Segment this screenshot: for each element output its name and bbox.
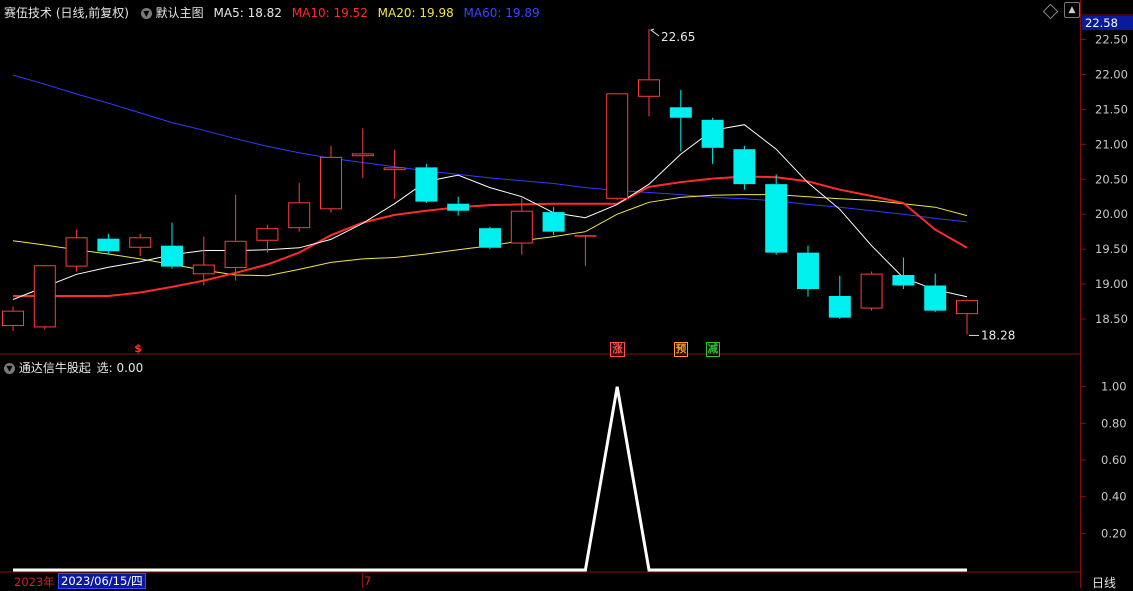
candle xyxy=(479,226,501,250)
candle xyxy=(638,28,660,117)
candle-body xyxy=(638,79,660,97)
signal-tag: $ xyxy=(134,342,142,355)
period-button[interactable]: 日线 xyxy=(1092,574,1116,591)
candle xyxy=(288,182,311,232)
kline-chart[interactable]: 22.65 18.28 22.50 22.00 21.50 21.00 20.50 20.0… xyxy=(0,0,1133,588)
candle-body xyxy=(956,300,978,315)
candle xyxy=(351,128,374,178)
candle-body xyxy=(797,252,819,289)
candle-body xyxy=(828,295,851,318)
signal-line xyxy=(13,386,967,572)
candle-body xyxy=(669,107,692,118)
candle xyxy=(383,149,406,199)
high-arrow xyxy=(649,28,660,37)
candle xyxy=(97,233,120,255)
signal-chart xyxy=(13,386,967,572)
price-tick-label: 18.50 xyxy=(1095,312,1128,326)
candle xyxy=(733,145,756,190)
price-tick-label: 19.50 xyxy=(1095,242,1128,256)
candle xyxy=(256,224,279,253)
price-tick-label: 19.00 xyxy=(1095,277,1128,291)
candle-body xyxy=(256,228,279,241)
cursor-date-label: 2023/06/15/四 xyxy=(58,573,146,589)
candle xyxy=(415,163,438,204)
low-price-label: 18.28 xyxy=(981,328,1015,342)
candle xyxy=(956,299,978,335)
month-label: 7 xyxy=(364,574,372,588)
candle-body xyxy=(479,228,501,248)
signal-axis-ticks: 1.00 0.80 0.60 0.40 0.20 xyxy=(1081,380,1127,540)
price-axis-ticks: 22.50 22.00 21.50 21.00 20.50 20.00 19.50 19.00… xyxy=(1081,32,1128,326)
candle-body xyxy=(161,245,183,267)
candle-body xyxy=(447,203,470,211)
candle xyxy=(542,207,565,236)
candle xyxy=(2,306,24,331)
price-tick-label: 21.00 xyxy=(1095,137,1128,151)
signal-tick-label: 0.20 xyxy=(1101,526,1127,540)
price-tick-label: 20.00 xyxy=(1095,207,1128,221)
high-price-label: 22.65 xyxy=(661,30,695,44)
bottom-date-bar: 2023年 2023/06/15/四 7 xyxy=(0,573,1080,589)
current-price-label: 22.58 xyxy=(1082,16,1133,30)
candle xyxy=(701,117,724,164)
candle-body xyxy=(129,237,152,248)
candle xyxy=(606,93,629,201)
candle xyxy=(669,89,692,152)
price-tick-label: 21.50 xyxy=(1095,102,1128,116)
candle-body xyxy=(320,156,342,210)
candle-body xyxy=(860,273,883,309)
candle xyxy=(129,233,152,257)
candle-body xyxy=(574,235,597,237)
candle-body xyxy=(288,202,311,229)
candle-body xyxy=(765,184,788,253)
candle xyxy=(797,245,819,297)
candle xyxy=(224,194,247,281)
candle xyxy=(924,273,947,313)
candle-body xyxy=(224,240,247,269)
candle-body xyxy=(2,310,24,327)
candle xyxy=(828,275,851,320)
price-tick-label: 22.50 xyxy=(1095,32,1128,46)
moving-averages xyxy=(12,74,968,300)
candle xyxy=(574,235,597,266)
price-tick-label: 22.00 xyxy=(1095,67,1128,81)
candle-body xyxy=(192,264,215,275)
candle-body xyxy=(351,153,374,157)
ma60-line xyxy=(12,74,968,223)
candle xyxy=(447,196,470,216)
candle-body xyxy=(892,275,915,286)
candle-body xyxy=(701,119,724,148)
signal-tag: 预 xyxy=(673,342,689,357)
candle-body xyxy=(924,285,947,311)
candle-body xyxy=(415,167,438,202)
signal-tag: 减 xyxy=(705,342,721,357)
signal-tick-label: 1.00 xyxy=(1101,380,1127,394)
signal-tick-label: 0.60 xyxy=(1101,453,1127,467)
candle-body xyxy=(542,212,565,232)
candle-body xyxy=(733,149,756,185)
candle xyxy=(765,174,788,255)
candle xyxy=(320,145,342,213)
candle-body xyxy=(97,238,120,252)
candle-body xyxy=(65,237,88,267)
candle xyxy=(161,222,183,269)
price-tick-label: 20.50 xyxy=(1095,172,1128,186)
candle-body xyxy=(383,167,406,171)
candle-body xyxy=(606,93,629,199)
candles xyxy=(2,28,978,335)
candle xyxy=(33,265,56,330)
ma5-line xyxy=(12,124,968,300)
candle xyxy=(860,271,883,311)
signal-tick-label: 0.80 xyxy=(1101,416,1127,430)
signal-tag: 涨 xyxy=(610,342,625,357)
candle-body xyxy=(33,265,56,328)
candle xyxy=(65,229,88,272)
candle xyxy=(510,198,533,255)
month-mark-divider xyxy=(362,573,363,588)
candle xyxy=(892,257,915,289)
signal-tick-label: 0.40 xyxy=(1101,490,1127,504)
candle-body xyxy=(510,210,533,244)
